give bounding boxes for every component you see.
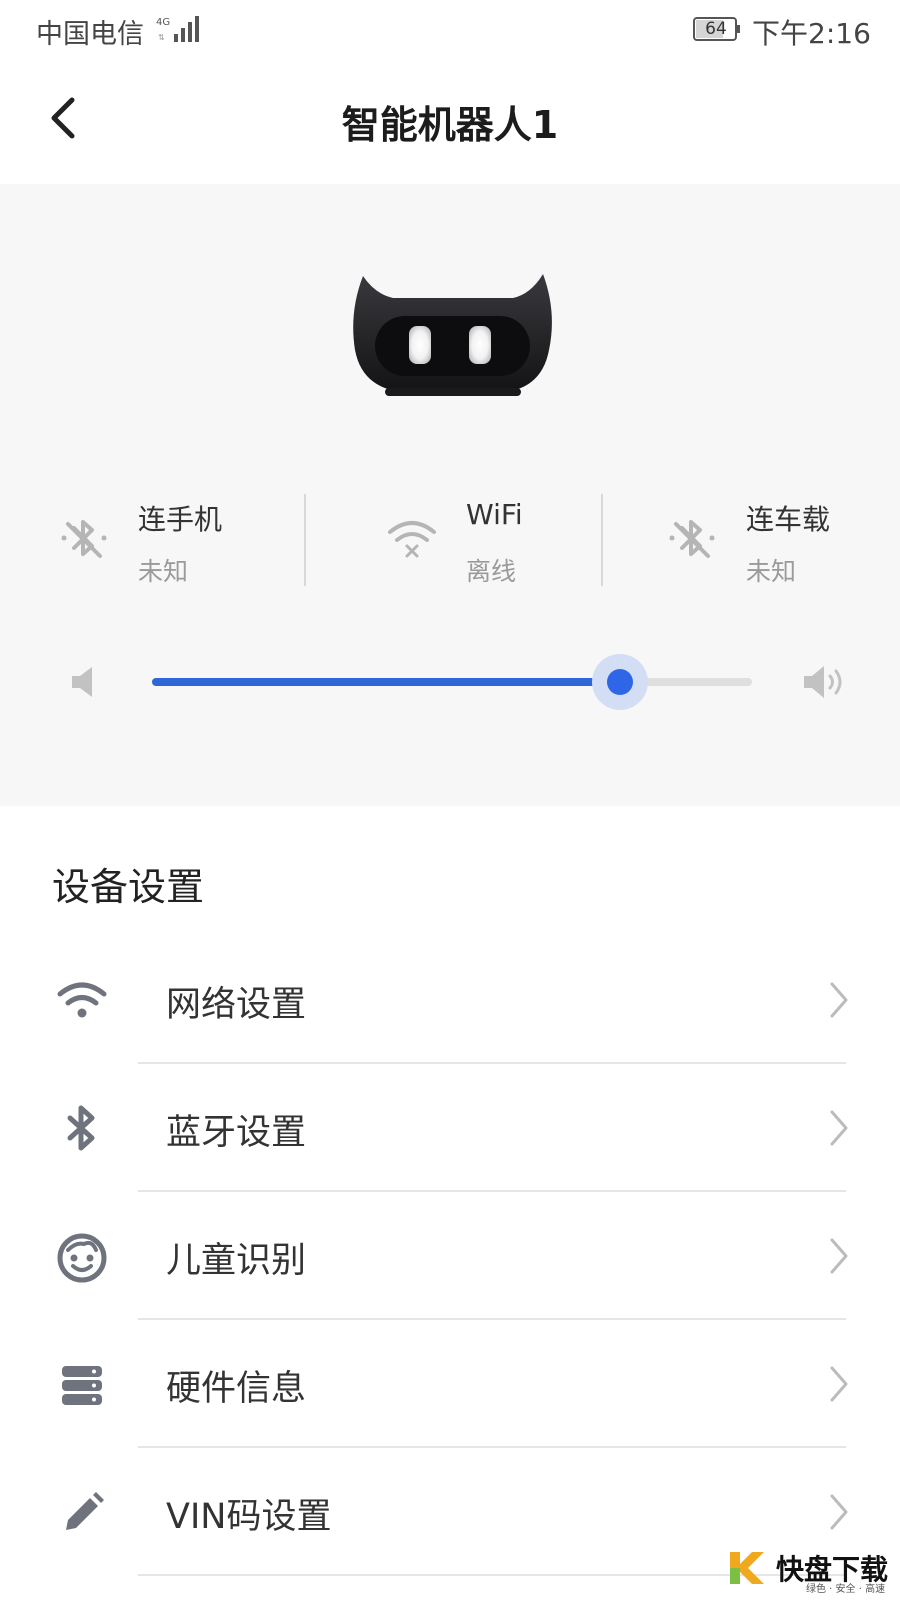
battery-icon: 64 <box>693 16 741 42</box>
volume-slider[interactable] <box>152 654 752 710</box>
status-wifi: WiFi 离线 <box>384 492 584 586</box>
volume-low-icon[interactable] <box>68 664 98 700</box>
bluetooth-disconnected-icon <box>669 520 715 558</box>
divider <box>304 494 306 586</box>
wifi-off-icon <box>388 521 436 558</box>
status-car: 连车载 未知 <box>664 492 864 586</box>
watermark-subtext: 绿色 · 安全 · 高速 <box>806 1584 886 1595</box>
volume-high-icon[interactable] <box>800 662 848 702</box>
bluetooth-icon <box>67 1105 95 1151</box>
clock: 下午2:16 <box>752 17 871 50</box>
chevron-right-icon <box>830 1238 848 1274</box>
device-panel: 连手机 未知 WiFi 离线 连车载 未知 <box>0 184 900 806</box>
face-icon <box>57 1233 107 1283</box>
chevron-right-icon <box>830 982 848 1018</box>
server-icon <box>62 1366 102 1405</box>
page-title: 智能机器人1 <box>341 103 559 147</box>
status-label: 连车载 <box>746 503 831 536</box>
nav-bar: 智能机器人1 <box>0 58 900 184</box>
volume-slider-knob <box>607 669 633 695</box>
status-value: 未知 <box>746 557 797 586</box>
carrier-name: 中国电信 <box>36 19 144 50</box>
chevron-right-icon <box>830 1366 848 1402</box>
status-label: WiFi <box>466 498 523 531</box>
signal-icon: 4G ⇅ <box>156 16 199 42</box>
robot-device-image <box>353 274 552 396</box>
k-logo-icon <box>730 1552 764 1584</box>
bluetooth-disconnected-icon <box>61 520 107 558</box>
settings-item-hardware-info[interactable]: 硬件信息 <box>0 1320 900 1448</box>
pencil-icon <box>66 1492 104 1530</box>
settings-item-label: 网络设置 <box>166 985 307 1025</box>
watermark-logo: 快盘下载 绿色 · 安全 · 高速 <box>726 1546 896 1595</box>
chevron-right-icon <box>830 1110 848 1146</box>
status-value: 离线 <box>466 557 517 586</box>
chevron-right-icon <box>830 1494 848 1530</box>
divider <box>601 494 603 586</box>
volume-slider-handle[interactable] <box>592 654 648 710</box>
settings-item-label: 蓝牙设置 <box>166 1113 307 1153</box>
settings-item-network[interactable]: 网络设置 <box>0 936 900 1064</box>
battery-level: 64 <box>705 19 727 39</box>
status-phone: 连手机 未知 <box>56 492 256 586</box>
settings-section-title: 设备设置 <box>52 865 205 909</box>
volume-slider-fill <box>152 678 620 686</box>
settings-item-label: VIN码设置 <box>166 1497 332 1537</box>
settings-item-label: 儿童识别 <box>166 1241 307 1281</box>
settings-item-child-recognition[interactable]: 儿童识别 <box>0 1192 900 1320</box>
status-bar: 中国电信 4G ⇅ 64 下午2:16 <box>0 0 900 58</box>
settings-item-label: 硬件信息 <box>166 1369 307 1409</box>
network-type: 4G <box>156 17 170 28</box>
settings-item-bluetooth[interactable]: 蓝牙设置 <box>0 1064 900 1192</box>
svg-text:⇅: ⇅ <box>158 33 165 42</box>
status-label: 连手机 <box>138 503 223 536</box>
wifi-icon <box>57 982 107 1018</box>
status-value: 未知 <box>138 557 189 586</box>
